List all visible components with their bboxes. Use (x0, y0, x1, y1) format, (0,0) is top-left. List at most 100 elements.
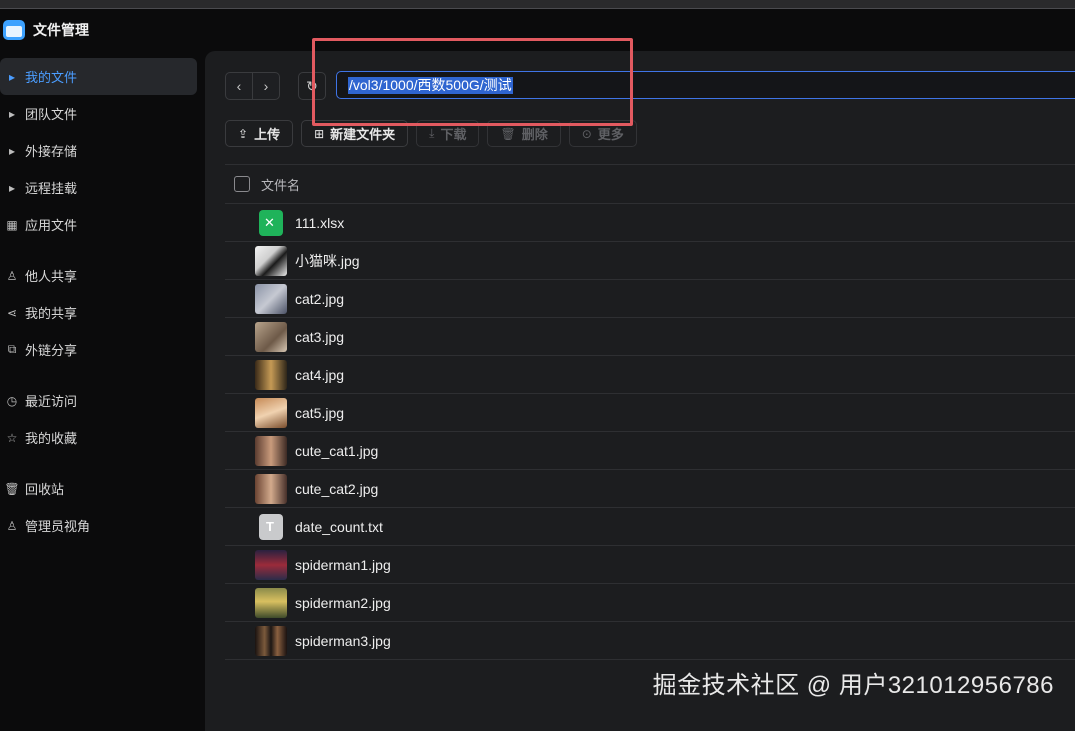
sidebar-item-link-shares[interactable]: ⧉ 外链分享 (0, 331, 205, 368)
sidebar-item-external-storage[interactable]: ▸ 外接存储 (0, 132, 205, 169)
sidebar-item-shared-with-me[interactable]: ♙ 他人共享 (0, 257, 205, 294)
app-header: 文件管理 (0, 10, 205, 50)
sidebar-item-recycle-bin[interactable]: 🗑︎ 回收站 (0, 470, 205, 507)
file-name: 111.xlsx (295, 214, 345, 231)
history-nav: ‹ › (225, 72, 280, 100)
chevron-right-icon: › (263, 78, 269, 94)
forward-button[interactable]: › (253, 72, 280, 100)
caret-right-icon: ▸ (8, 106, 16, 121)
image-thumbnail (255, 435, 287, 466)
table-row[interactable]: cat4.jpg (225, 356, 1075, 394)
sidebar-item-admin-view[interactable]: ♙ 管理员视角 (0, 507, 205, 544)
admin-user-icon: ♙ (6, 518, 18, 533)
sidebar-item-label: 团队文件 (25, 107, 78, 122)
image-thumbnail (255, 245, 287, 276)
image-thumbnail (255, 283, 287, 314)
sidebar-item-label: 外链分享 (25, 343, 78, 358)
new-folder-label: 新建文件夹 (330, 127, 396, 142)
sidebar-item-label: 远程挂载 (25, 181, 78, 196)
more-icon: ⊙ (581, 126, 592, 141)
folder-app-icon (3, 20, 25, 40)
external-link-icon: ⧉ (7, 342, 17, 356)
sidebar-item-my-shares[interactable]: ⋖ 我的共享 (0, 294, 205, 331)
delete-label: 删除 (521, 127, 548, 142)
chevron-left-icon: ‹ (236, 78, 242, 94)
table-row[interactable]: cute_cat2.jpg (225, 470, 1075, 508)
table-row[interactable]: date_count.txt (225, 508, 1075, 546)
table-row[interactable]: spiderman2.jpg (225, 584, 1075, 622)
sidebar-item-label: 他人共享 (25, 269, 78, 284)
sidebar-item-favorites[interactable]: ☆ 我的收藏 (0, 419, 205, 456)
share-icon: ⋖ (6, 305, 18, 320)
text-file-icon (255, 512, 287, 542)
sidebar-item-label: 最近访问 (25, 394, 78, 409)
trash-icon: 🗑︎ (4, 481, 20, 496)
sidebar: ▸ 我的文件 ▸ 团队文件 ▸ 外接存储 ▸ 远程挂载 ▦ 应用文件 ♙ 他人共… (0, 58, 205, 544)
trash-icon: 🗑︎ (500, 126, 516, 141)
file-name: cat2.jpg (295, 290, 345, 307)
new-folder-icon: ⊞ (314, 126, 325, 141)
star-icon: ☆ (6, 430, 18, 445)
table-row[interactable]: cute_cat1.jpg (225, 432, 1075, 470)
sidebar-item-label: 回收站 (25, 482, 65, 497)
table-row[interactable]: cat2.jpg (225, 280, 1075, 318)
table-row[interactable]: 小猫咪.jpg (225, 242, 1075, 280)
sidebar-item-label: 管理员视角 (25, 519, 91, 534)
clock-icon: ◷ (6, 393, 18, 408)
download-label: 下载 (440, 127, 467, 142)
table-row[interactable]: cat3.jpg (225, 318, 1075, 356)
sidebar-item-label: 我的收藏 (25, 431, 78, 446)
file-table: 文件名 111.xlsx 小猫咪.jpg cat2.jpg cat3.jpg c… (225, 164, 1075, 660)
window-top-strip (0, 0, 1075, 9)
upload-button[interactable]: ⇪ 上传 (225, 120, 294, 147)
file-name: spiderman2.jpg (295, 594, 391, 611)
table-row[interactable]: 111.xlsx (225, 204, 1075, 242)
back-button[interactable]: ‹ (225, 72, 253, 100)
apps-grid-icon: ▦ (6, 217, 18, 232)
file-name: spiderman1.jpg (295, 556, 391, 573)
sidebar-item-my-files[interactable]: ▸ 我的文件 (0, 58, 197, 95)
image-thumbnail (255, 549, 287, 580)
table-header: 文件名 (225, 164, 1075, 204)
sidebar-item-label: 我的文件 (25, 70, 78, 85)
more-label: 更多 (597, 127, 624, 142)
file-name: date_count.txt (295, 518, 383, 535)
caret-right-icon: ▸ (8, 143, 16, 158)
highlight-annotation-box (312, 38, 633, 126)
sidebar-item-remote-mount[interactable]: ▸ 远程挂载 (0, 169, 205, 206)
caret-right-icon: ▸ (8, 180, 16, 195)
image-thumbnail (255, 321, 287, 352)
file-name: cute_cat2.jpg (295, 480, 379, 497)
sidebar-item-recent[interactable]: ◷ 最近访问 (0, 382, 205, 419)
download-icon: ⤓ (429, 126, 435, 140)
sidebar-item-label: 应用文件 (25, 218, 78, 233)
sidebar-item-label: 外接存储 (25, 144, 78, 159)
file-name: spiderman3.jpg (295, 632, 391, 649)
file-name: cat4.jpg (295, 366, 345, 383)
app-title: 文件管理 (33, 22, 89, 38)
caret-right-icon: ▸ (8, 69, 16, 84)
column-header-name[interactable]: 文件名 (261, 175, 300, 194)
table-row[interactable]: cat5.jpg (225, 394, 1075, 432)
select-all-checkbox[interactable] (234, 176, 250, 192)
excel-file-icon (255, 208, 287, 238)
table-row[interactable]: spiderman1.jpg (225, 546, 1075, 584)
upload-icon: ⇪ (238, 126, 249, 141)
upload-label: 上传 (254, 127, 281, 142)
user-share-icon: ♙ (6, 268, 18, 283)
sidebar-item-label: 我的共享 (25, 306, 78, 321)
table-row[interactable]: spiderman3.jpg (225, 622, 1075, 660)
file-name: cute_cat1.jpg (295, 442, 379, 459)
file-name: cat5.jpg (295, 404, 345, 421)
file-name: 小猫咪.jpg (295, 252, 360, 269)
image-thumbnail (255, 473, 287, 504)
main-panel: ‹ › ↻ /vol3/1000/西数500G/测试 ⇪ 上传 ⊞ 新建文件夹 … (205, 51, 1075, 731)
sidebar-item-app-files[interactable]: ▦ 应用文件 (0, 206, 205, 243)
watermark: 掘金技术社区 @ 用户321012956786 (652, 672, 1054, 699)
image-thumbnail (255, 397, 287, 428)
image-thumbnail (255, 587, 287, 618)
file-name: cat3.jpg (295, 328, 345, 345)
sidebar-item-team-files[interactable]: ▸ 团队文件 (0, 95, 205, 132)
image-thumbnail (255, 625, 287, 656)
image-thumbnail (255, 359, 287, 390)
